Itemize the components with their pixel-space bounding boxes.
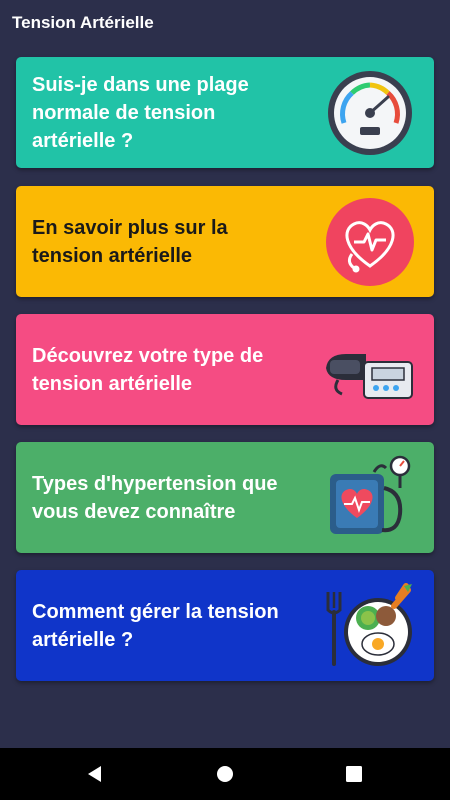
card-manage-pressure-label: Comment gérer la tension artérielle ? bbox=[32, 600, 279, 651]
card-hypertension-types-label: Types d'hypertension que vous devez conn… bbox=[32, 472, 278, 523]
card-manage-pressure[interactable]: Comment gérer la tension artérielle ? bbox=[16, 570, 434, 681]
app-title: Tension Artérielle bbox=[12, 13, 154, 32]
card-discover-type-label: Découvrez votre type de tension artériel… bbox=[32, 344, 264, 395]
heart-stethoscope-icon bbox=[326, 197, 414, 286]
recents-icon[interactable] bbox=[343, 763, 365, 785]
system-navigation-bar bbox=[0, 748, 450, 800]
card-learn-more[interactable]: En savoir plus sur la tension artérielle bbox=[16, 186, 434, 297]
blood-pressure-monitor-icon bbox=[326, 353, 413, 399]
home-icon[interactable] bbox=[214, 763, 236, 785]
card-learn-more-label: En savoir plus sur la tension artérielle bbox=[32, 216, 228, 267]
back-icon[interactable] bbox=[84, 763, 106, 785]
card-discover-type[interactable]: Découvrez votre type de tension artériel… bbox=[16, 314, 434, 425]
card-normal-range-label: Suis-je dans une plage normale de tensio… bbox=[32, 73, 249, 152]
gauge-icon bbox=[328, 70, 412, 155]
card-hypertension-types[interactable]: Types d'hypertension que vous devez conn… bbox=[16, 442, 434, 553]
card-normal-range[interactable]: Suis-je dans une plage normale de tensio… bbox=[16, 57, 434, 168]
sphygmomanometer-icon bbox=[330, 455, 411, 534]
healthy-food-icon bbox=[326, 582, 412, 666]
